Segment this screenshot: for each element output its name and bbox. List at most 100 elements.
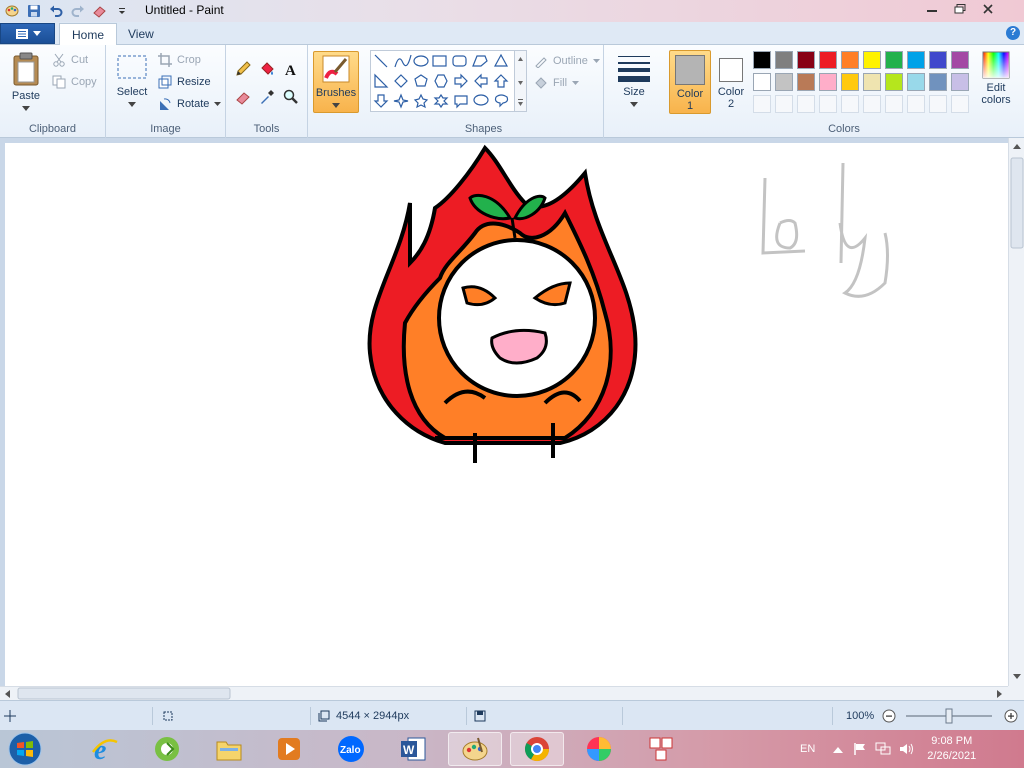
cursor-position-icon bbox=[4, 701, 16, 731]
rotate-button[interactable]: Rotate bbox=[158, 97, 222, 111]
palette-custom-slot[interactable] bbox=[797, 95, 815, 113]
palette-custom-slot[interactable] bbox=[819, 95, 837, 113]
status-divider bbox=[832, 707, 833, 725]
cut-button[interactable]: Cut bbox=[52, 53, 88, 67]
taskbar-word[interactable]: W bbox=[386, 732, 440, 766]
palette-swatch[interactable] bbox=[819, 51, 837, 69]
shapes-gallery[interactable] bbox=[370, 50, 526, 112]
palette-swatch[interactable] bbox=[907, 51, 925, 69]
palette-swatch[interactable] bbox=[929, 73, 947, 91]
zoom-slider[interactable] bbox=[906, 701, 992, 731]
select-button[interactable]: Select bbox=[112, 53, 152, 110]
fill-button[interactable]: Fill bbox=[534, 76, 580, 90]
brushes-button[interactable]: Brushes bbox=[313, 51, 359, 113]
outline-button[interactable]: Outline bbox=[534, 54, 600, 68]
restore-icon[interactable] bbox=[946, 0, 974, 18]
help-icon[interactable]: ? bbox=[1006, 26, 1020, 40]
show-hidden-icons-icon[interactable] bbox=[833, 745, 844, 753]
clock[interactable]: 9:08 PM 2/26/2021 bbox=[927, 734, 976, 764]
size-button[interactable]: Size bbox=[614, 53, 654, 110]
zoom-in-button[interactable] bbox=[1004, 701, 1018, 731]
magnifier-icon[interactable] bbox=[281, 87, 301, 107]
palette-swatch[interactable] bbox=[753, 51, 771, 69]
palette-custom-slot[interactable] bbox=[841, 95, 859, 113]
customize-qat-chevron-icon[interactable] bbox=[112, 2, 132, 20]
text-tool-icon[interactable]: A bbox=[281, 59, 301, 79]
palette-custom-slot[interactable] bbox=[775, 95, 793, 113]
scissors-icon bbox=[53, 53, 65, 67]
taskbar-app-grid[interactable] bbox=[634, 732, 688, 766]
palette-swatch[interactable] bbox=[841, 73, 859, 91]
eraser-icon[interactable] bbox=[233, 87, 253, 107]
palette-custom-slot[interactable] bbox=[753, 95, 771, 113]
palette-custom-slot[interactable] bbox=[951, 95, 969, 113]
palette-custom-slot[interactable] bbox=[863, 95, 881, 113]
taskbar-zalo[interactable]: Zalo bbox=[324, 732, 378, 766]
palette-swatch[interactable] bbox=[907, 73, 925, 91]
taskbar-chrome[interactable] bbox=[510, 732, 564, 766]
redo-icon[interactable] bbox=[68, 2, 88, 20]
taskbar-app-colorwheel[interactable] bbox=[572, 732, 626, 766]
paste-button[interactable]: Paste bbox=[6, 51, 46, 114]
action-center-flag-icon[interactable] bbox=[853, 742, 867, 756]
zoom-out-button[interactable] bbox=[882, 701, 896, 731]
palette-swatch[interactable] bbox=[951, 51, 969, 69]
palette-swatch[interactable] bbox=[885, 51, 903, 69]
palette-custom-slot[interactable] bbox=[885, 95, 903, 113]
palette-swatch[interactable] bbox=[863, 51, 881, 69]
tab-view[interactable]: View bbox=[116, 23, 166, 45]
palette-swatch[interactable] bbox=[885, 73, 903, 91]
resize-button[interactable]: Resize bbox=[158, 75, 211, 89]
palette-swatch[interactable] bbox=[797, 73, 815, 91]
taskbar-coccoc[interactable] bbox=[140, 732, 194, 766]
taskbar-explorer[interactable] bbox=[202, 732, 256, 766]
color1-button[interactable]: Color 1 bbox=[669, 50, 711, 114]
palette-custom-slot[interactable] bbox=[907, 95, 925, 113]
vertical-scrollbar[interactable] bbox=[1008, 138, 1024, 686]
taskbar-media-player[interactable] bbox=[262, 732, 316, 766]
language-indicator[interactable]: EN bbox=[800, 743, 815, 755]
zoom-level: 100% bbox=[846, 710, 875, 722]
crop-label: Crop bbox=[177, 54, 201, 66]
palette-swatch[interactable] bbox=[775, 73, 793, 91]
palette-swatch[interactable] bbox=[863, 73, 881, 91]
palette-swatch[interactable] bbox=[797, 51, 815, 69]
palette-swatch[interactable] bbox=[819, 73, 837, 91]
shapes-group: Outline Fill Shapes bbox=[364, 45, 604, 138]
tab-home[interactable]: Home bbox=[59, 23, 118, 46]
save-icon[interactable] bbox=[24, 2, 44, 20]
pencil-icon[interactable] bbox=[233, 59, 253, 79]
taskbar-paint[interactable] bbox=[448, 732, 502, 766]
horizontal-scrollbar[interactable] bbox=[0, 686, 1008, 700]
undo-icon[interactable] bbox=[46, 2, 66, 20]
size-chevron-icon bbox=[630, 102, 638, 107]
palette-swatch[interactable] bbox=[775, 51, 793, 69]
eraser-quick-icon[interactable] bbox=[90, 2, 110, 20]
rotate-label: Rotate bbox=[177, 98, 210, 110]
palette-swatch[interactable] bbox=[929, 51, 947, 69]
start-button[interactable] bbox=[3, 731, 47, 767]
close-icon[interactable] bbox=[974, 0, 1002, 18]
shapes-scroll[interactable] bbox=[514, 50, 527, 112]
paste-icon bbox=[13, 52, 39, 86]
paint-app-icon[interactable] bbox=[2, 2, 22, 20]
minimize-icon[interactable] bbox=[918, 0, 946, 18]
color-picker-icon[interactable] bbox=[257, 87, 277, 107]
palette-custom-slot[interactable] bbox=[929, 95, 947, 113]
palette-swatch[interactable] bbox=[951, 73, 969, 91]
network-icon[interactable] bbox=[875, 742, 891, 756]
palette-swatch[interactable] bbox=[753, 73, 771, 91]
edit-colors-button[interactable]: Edit colors bbox=[976, 51, 1016, 106]
volume-icon[interactable] bbox=[899, 742, 915, 756]
clock-time: 9:08 PM bbox=[931, 735, 973, 747]
file-menu-button[interactable] bbox=[0, 23, 55, 44]
drawing-canvas[interactable] bbox=[5, 143, 1008, 686]
crop-button[interactable]: Crop bbox=[158, 53, 201, 67]
copy-button[interactable]: Copy bbox=[52, 75, 97, 89]
status-divider bbox=[310, 707, 311, 725]
fill-bucket-icon[interactable] bbox=[257, 59, 277, 79]
palette-swatch[interactable] bbox=[841, 51, 859, 69]
scroll-corner bbox=[1008, 686, 1024, 700]
taskbar-ie[interactable]: e bbox=[78, 732, 132, 766]
color2-button[interactable]: Color 2 bbox=[713, 50, 749, 114]
